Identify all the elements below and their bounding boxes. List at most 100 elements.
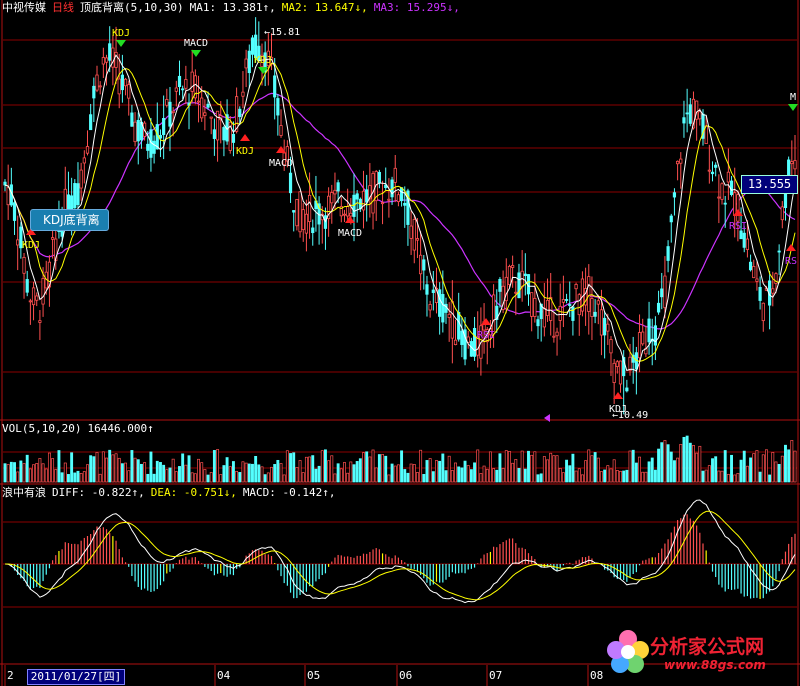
- volume-bar: [152, 473, 156, 483]
- candle-body: [714, 164, 718, 168]
- volume-bar: [711, 458, 714, 483]
- volume-bar: [752, 453, 756, 483]
- volume-bar: [222, 465, 226, 483]
- candle-body: [127, 84, 131, 99]
- candle-body: [304, 213, 309, 234]
- volume-bar: [780, 455, 784, 483]
- candle-body: [165, 99, 169, 106]
- volume-bar: [647, 461, 651, 483]
- volume-bar: [514, 459, 518, 483]
- volume-bar: [384, 455, 388, 483]
- indicator-name[interactable]: 顶底背离: [80, 1, 124, 14]
- candle-body: [729, 180, 734, 196]
- candle-body: [552, 335, 556, 338]
- volume-bar: [761, 454, 765, 483]
- candle-body: [136, 119, 140, 142]
- candle-body: [412, 219, 416, 251]
- macd-indicator-name[interactable]: 浪中有浪: [2, 486, 46, 499]
- candle-body: [117, 78, 121, 95]
- volume-bar: [476, 449, 480, 483]
- volume-bar: [527, 450, 530, 483]
- candle-body: [79, 169, 83, 189]
- volume-bar: [628, 450, 632, 483]
- volume-bar: [463, 460, 467, 483]
- candle-body: [707, 169, 711, 172]
- volume-bar: [73, 472, 77, 483]
- volume-bar: [124, 462, 128, 483]
- candle-body: [162, 118, 166, 135]
- candle-body: [28, 300, 32, 303]
- volume-bar: [82, 471, 86, 483]
- candle-body: [333, 189, 337, 195]
- volume-bar: [504, 450, 508, 483]
- candle-body: [409, 225, 413, 239]
- sell-arrow-icon: [788, 104, 798, 111]
- volume-bar: [590, 455, 594, 483]
- month-label: 2: [7, 669, 14, 682]
- candle-body: [571, 306, 575, 321]
- candle-body: [752, 266, 756, 279]
- candle-body: [231, 133, 236, 143]
- period-label[interactable]: 日线: [52, 1, 74, 14]
- stock-name: 中视传媒: [2, 1, 46, 14]
- cursor-date-box: 2011/01/27[四]: [27, 669, 125, 685]
- volume-bar: [625, 469, 629, 483]
- candle-body: [425, 284, 429, 295]
- volume-bar: [609, 468, 613, 483]
- volume-bar: [422, 474, 426, 483]
- candle-body: [238, 108, 242, 118]
- month-label: 06: [399, 669, 412, 682]
- volume-bar: [638, 456, 641, 483]
- volume-bar: [406, 472, 410, 483]
- candle-body: [123, 78, 128, 87]
- candle-body: [688, 104, 692, 124]
- vol-value: 16446.000↑: [87, 422, 154, 435]
- candle-body: [431, 289, 435, 293]
- candle-body: [710, 171, 715, 175]
- candle-body: [761, 302, 765, 322]
- candle-body: [63, 188, 67, 212]
- volume-bar: [698, 445, 702, 483]
- volume-bar: [89, 455, 93, 483]
- volume-bar: [184, 464, 188, 483]
- candle-body: [745, 238, 750, 250]
- volume-bar: [580, 474, 584, 483]
- volume-bar: [358, 458, 362, 483]
- volume-bar: [666, 444, 670, 483]
- volume-bar: [441, 453, 445, 483]
- volume-bar: [159, 462, 162, 483]
- volume-bar: [70, 452, 74, 483]
- candle-body: [612, 362, 616, 383]
- volume-bar: [247, 463, 251, 483]
- volume-bar: [235, 470, 239, 483]
- candle-body: [203, 112, 207, 116]
- volume-bar: [98, 473, 102, 483]
- volume-bar: [168, 467, 172, 483]
- volume-bar: [25, 454, 29, 483]
- ma3-value: MA3: 15.295↓,: [373, 1, 460, 14]
- volume-bar: [603, 469, 607, 483]
- volume-bar: [400, 450, 404, 483]
- volume-bar: [764, 449, 768, 483]
- volume-bar: [606, 465, 610, 483]
- volume-bar: [41, 463, 45, 483]
- candle-body: [6, 186, 10, 206]
- volume-bar: [149, 451, 153, 483]
- volume-bar: [308, 456, 312, 483]
- volume-bar: [574, 470, 578, 483]
- candle-body: [101, 57, 105, 65]
- volume-bar: [641, 471, 645, 483]
- candle-body: [3, 181, 7, 186]
- candle-body: [672, 192, 677, 198]
- candle-body: [577, 294, 581, 316]
- volume-bar: [3, 463, 7, 483]
- top-signal-label: KDJ: [112, 28, 130, 39]
- volume-bar: [273, 464, 277, 483]
- candle-body: [346, 206, 350, 217]
- volume-bar: [428, 458, 432, 483]
- volume-bar: [695, 452, 699, 483]
- candle-body: [196, 100, 201, 103]
- volume-bar: [241, 461, 245, 483]
- volume-bar: [6, 464, 10, 483]
- volume-bar: [546, 459, 549, 483]
